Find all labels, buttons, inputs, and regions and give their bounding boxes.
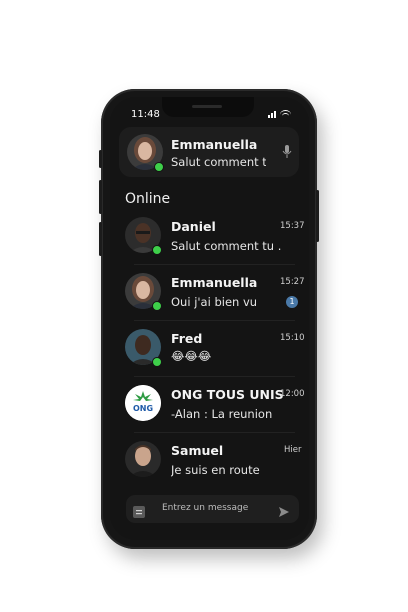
message-time: 15:10 [280, 333, 305, 343]
message-preview: Salut comment tu [171, 155, 266, 169]
message-preview: -Alan : La reunion [171, 407, 273, 421]
contact-name: Samuel [171, 443, 224, 458]
mic-icon[interactable] [282, 144, 292, 163]
pinned-chat[interactable]: Emmanuella Salut comment tu [119, 127, 299, 177]
divider [134, 320, 295, 321]
message-time: Hier [284, 445, 302, 455]
online-dot [152, 357, 162, 367]
message-time: 15:37 [280, 221, 305, 231]
online-dot [152, 245, 162, 255]
chat-row[interactable]: Fred 😂😂😂 15:10 [119, 323, 305, 377]
message-time: 15:27 [280, 277, 305, 287]
chat-row[interactable]: Emmanuella Oui j'ai bien vu 15:27 1 [119, 267, 305, 321]
unread-badge: 1 [286, 296, 298, 308]
status-time: 11:48 [131, 109, 160, 120]
message-input[interactable]: Entrez un message [162, 503, 248, 513]
online-dot [154, 162, 164, 172]
message-composer[interactable]: Entrez un message [126, 495, 299, 523]
message-preview: 😂😂😂 [171, 349, 212, 363]
divider [134, 432, 295, 433]
message-time: 12:00 [280, 389, 305, 399]
message-preview: Je suis en route [171, 463, 260, 477]
side-button [99, 222, 102, 256]
contact-name: ONG TOUS UNIS [171, 387, 284, 402]
avatar [125, 441, 161, 477]
chat-row[interactable]: Samuel Je suis en route Hier [119, 435, 301, 489]
signal-icon [268, 111, 276, 118]
speaker [192, 105, 222, 108]
attach-icon[interactable] [133, 503, 145, 522]
notch [162, 97, 254, 117]
chat-row[interactable]: Daniel Salut comment tu ... 15:37 [119, 211, 305, 265]
send-icon[interactable] [278, 503, 290, 522]
section-title: Online [125, 191, 171, 207]
chat-row[interactable]: ONG ONG TOUS UNIS -Alan : La reunion 12:… [119, 379, 305, 433]
group-logo: ONG [125, 385, 161, 421]
phone-screen: 11:48 Emmanuella Salut comment tu Online… [110, 97, 309, 540]
contact-name: Emmanuella [171, 275, 258, 290]
status-icons [268, 110, 291, 118]
side-button [99, 180, 102, 214]
contact-name: Emmanuella [171, 137, 258, 152]
contact-name: Daniel [171, 219, 216, 234]
divider [134, 264, 295, 265]
wifi-icon [280, 110, 291, 118]
contact-name: Fred [171, 331, 203, 346]
online-dot [152, 301, 162, 311]
divider [134, 376, 295, 377]
svg-text:ONG: ONG [133, 404, 153, 413]
message-preview: Oui j'ai bien vu [171, 295, 258, 309]
side-button [316, 190, 319, 242]
side-button [99, 150, 102, 168]
message-preview: Salut comment tu ... [171, 239, 281, 253]
